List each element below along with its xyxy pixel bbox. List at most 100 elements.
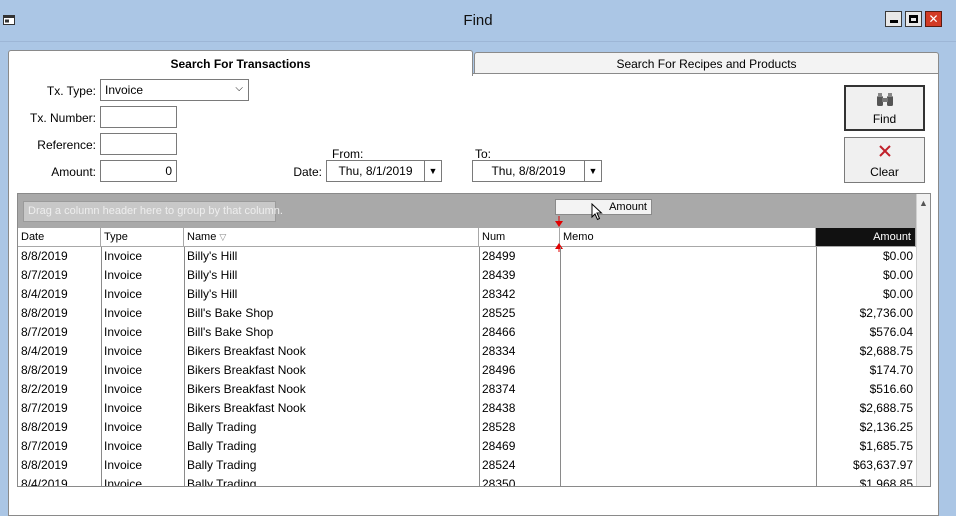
cell-date: 8/4/2019 bbox=[21, 477, 68, 487]
table-row[interactable]: 8/7/2019 Invoice Bally Trading 28469 $1,685.… bbox=[18, 437, 916, 456]
table-row[interactable]: 8/8/2019 Invoice Bally Trading 28524 $63,637… bbox=[18, 456, 916, 475]
cell-date: 8/2/2019 bbox=[21, 382, 68, 396]
cell-date: 8/4/2019 bbox=[21, 344, 68, 358]
table-row[interactable]: 8/4/2019 Invoice Bikers Breakfast Nook 2833… bbox=[18, 342, 916, 361]
group-by-area[interactable]: Drag a column header here to group by th… bbox=[18, 194, 916, 228]
x-icon bbox=[845, 144, 924, 158]
scroll-up-icon[interactable]: ▲ bbox=[919, 198, 928, 208]
cell-type: Invoice bbox=[104, 268, 143, 282]
table-row[interactable]: 8/7/2019 Invoice Billy's Hill 28439 $0.00 bbox=[18, 266, 916, 285]
from-date-value: Thu, 8/1/2019 bbox=[338, 164, 413, 178]
cell-type: Invoice bbox=[104, 477, 143, 487]
table-row[interactable]: 8/8/2019 Invoice Bikers Breakfast Nook 2849… bbox=[18, 361, 916, 380]
column-header-name-label: Name bbox=[187, 231, 217, 243]
cell-name: Billy's Hill bbox=[187, 287, 238, 301]
tx-type-select[interactable]: Invoice ⌵ bbox=[100, 79, 249, 101]
vertical-scrollbar[interactable]: ▲ bbox=[916, 194, 930, 486]
cell-num: 28374 bbox=[482, 382, 516, 396]
reference-label: Reference: bbox=[37, 138, 96, 152]
cell-type: Invoice bbox=[104, 325, 143, 339]
cell-memo bbox=[560, 475, 816, 486]
cell-type: Invoice bbox=[104, 420, 143, 434]
cell-amount: $2,688.75 bbox=[859, 344, 913, 358]
column-header-type[interactable]: Type bbox=[101, 228, 184, 247]
reference-input[interactable] bbox=[100, 133, 177, 155]
tx-number-label: Tx. Number: bbox=[29, 111, 96, 125]
table-row[interactable]: 8/8/2019 Invoice Billy's Hill 28499 $0.00 bbox=[18, 247, 916, 266]
from-date-picker[interactable]: Thu, 8/1/2019 ▼ bbox=[326, 160, 442, 182]
cell-type: Invoice bbox=[104, 287, 143, 301]
cell-name: Bikers Breakfast Nook bbox=[187, 401, 306, 415]
cell-date: 8/7/2019 bbox=[21, 325, 68, 339]
column-header-amount[interactable]: Amount bbox=[816, 228, 916, 247]
cell-num: 28496 bbox=[482, 363, 516, 377]
cell-num: 28439 bbox=[482, 268, 516, 282]
cell-memo bbox=[560, 304, 816, 323]
column-header-date[interactable]: Date bbox=[18, 228, 101, 247]
cell-num: 28499 bbox=[482, 249, 516, 263]
to-date-picker[interactable]: Thu, 8/8/2019 ▼ bbox=[472, 160, 602, 182]
tx-type-value: Invoice bbox=[105, 83, 144, 97]
cell-name: Bally Trading bbox=[187, 477, 257, 487]
close-button[interactable]: ✕ bbox=[925, 11, 942, 27]
dragged-column-header[interactable]: Amount bbox=[555, 199, 652, 215]
tab-search-recipes-products[interactable]: Search For Recipes and Products bbox=[474, 52, 939, 74]
clear-button[interactable]: Clear bbox=[844, 137, 925, 183]
minimize-button[interactable] bbox=[885, 11, 902, 27]
cell-amount: $0.00 bbox=[882, 268, 913, 282]
table-row[interactable]: 8/8/2019 Invoice Bill's Bake Shop 28525 $2,7… bbox=[18, 304, 916, 323]
cell-num: 28438 bbox=[482, 401, 516, 415]
clear-button-label: Clear bbox=[870, 165, 899, 179]
results-grid[interactable]: Drag a column header here to group by th… bbox=[17, 193, 931, 487]
table-row[interactable]: 8/2/2019 Invoice Bikers Breakfast Nook 2837… bbox=[18, 380, 916, 399]
cell-date: 8/4/2019 bbox=[21, 287, 68, 301]
column-header-memo[interactable]: Memo bbox=[560, 228, 816, 247]
cell-amount: $576.04 bbox=[869, 325, 913, 339]
group-by-hint: Drag a column header here to group by th… bbox=[23, 201, 283, 222]
column-header-name[interactable]: Name ▽ bbox=[184, 228, 479, 247]
tab-search-transactions[interactable]: Search For Transactions bbox=[8, 50, 473, 76]
maximize-button[interactable] bbox=[905, 11, 922, 27]
table-row[interactable]: 8/7/2019 Invoice Bikers Breakfast Nook 2843… bbox=[18, 399, 916, 418]
cell-type: Invoice bbox=[104, 249, 143, 263]
minimize-icon bbox=[889, 20, 898, 23]
dropdown-arrow-icon: ▼ bbox=[428, 166, 438, 176]
cell-memo bbox=[560, 342, 816, 361]
amount-input[interactable]: 0 bbox=[100, 160, 177, 182]
from-label: From: bbox=[332, 147, 364, 161]
to-date-dropdown[interactable]: ▼ bbox=[584, 161, 601, 181]
column-header-num[interactable]: Num bbox=[479, 228, 560, 247]
search-panel: Tx. Type: Invoice ⌵ Tx. Number: Referenc… bbox=[8, 73, 939, 516]
cell-amount: $2,136.25 bbox=[859, 420, 913, 434]
cell-type: Invoice bbox=[104, 382, 143, 396]
grid-rows: 8/8/2019 Invoice Billy's Hill 28499 $0.00 8/7… bbox=[18, 247, 916, 487]
cell-name: Bally Trading bbox=[187, 458, 257, 472]
find-button[interactable]: Find bbox=[844, 85, 925, 131]
cell-amount: $1,968.85 bbox=[859, 477, 913, 487]
cell-date: 8/7/2019 bbox=[21, 401, 68, 415]
window-title: Find bbox=[463, 12, 493, 29]
from-date-dropdown[interactable]: ▼ bbox=[424, 161, 441, 181]
cell-type: Invoice bbox=[104, 344, 143, 358]
table-row[interactable]: 8/4/2019 Invoice Billy's Hill 28342 $0.00 bbox=[18, 285, 916, 304]
cell-num: 28466 bbox=[482, 325, 516, 339]
cell-name: Billy's Hill bbox=[187, 268, 238, 282]
cell-num: 28528 bbox=[482, 420, 516, 434]
window-client: Search For Transactions Search For Recip… bbox=[0, 42, 956, 516]
table-row[interactable]: 8/8/2019 Invoice Bally Trading 28528 $2,136.… bbox=[18, 418, 916, 437]
cell-memo bbox=[560, 418, 816, 437]
cell-num: 28342 bbox=[482, 287, 516, 301]
close-icon: ✕ bbox=[928, 12, 939, 26]
cell-name: Bally Trading bbox=[187, 420, 257, 434]
amount-label: Amount: bbox=[51, 165, 96, 179]
table-row[interactable]: 8/7/2019 Invoice Bill's Bake Shop 28466 $576… bbox=[18, 323, 916, 342]
tx-number-input[interactable] bbox=[100, 106, 177, 128]
title-bar: Find ✕ bbox=[0, 0, 956, 42]
cell-memo bbox=[560, 380, 816, 399]
binoculars-icon bbox=[846, 93, 923, 107]
mouse-pointer-icon bbox=[591, 203, 603, 221]
cell-date: 8/8/2019 bbox=[21, 363, 68, 377]
table-row[interactable]: 8/4/2019 Invoice Bally Trading 28350 $1,968.… bbox=[18, 475, 916, 487]
cell-amount: $0.00 bbox=[882, 287, 913, 301]
cell-num: 28524 bbox=[482, 458, 516, 472]
